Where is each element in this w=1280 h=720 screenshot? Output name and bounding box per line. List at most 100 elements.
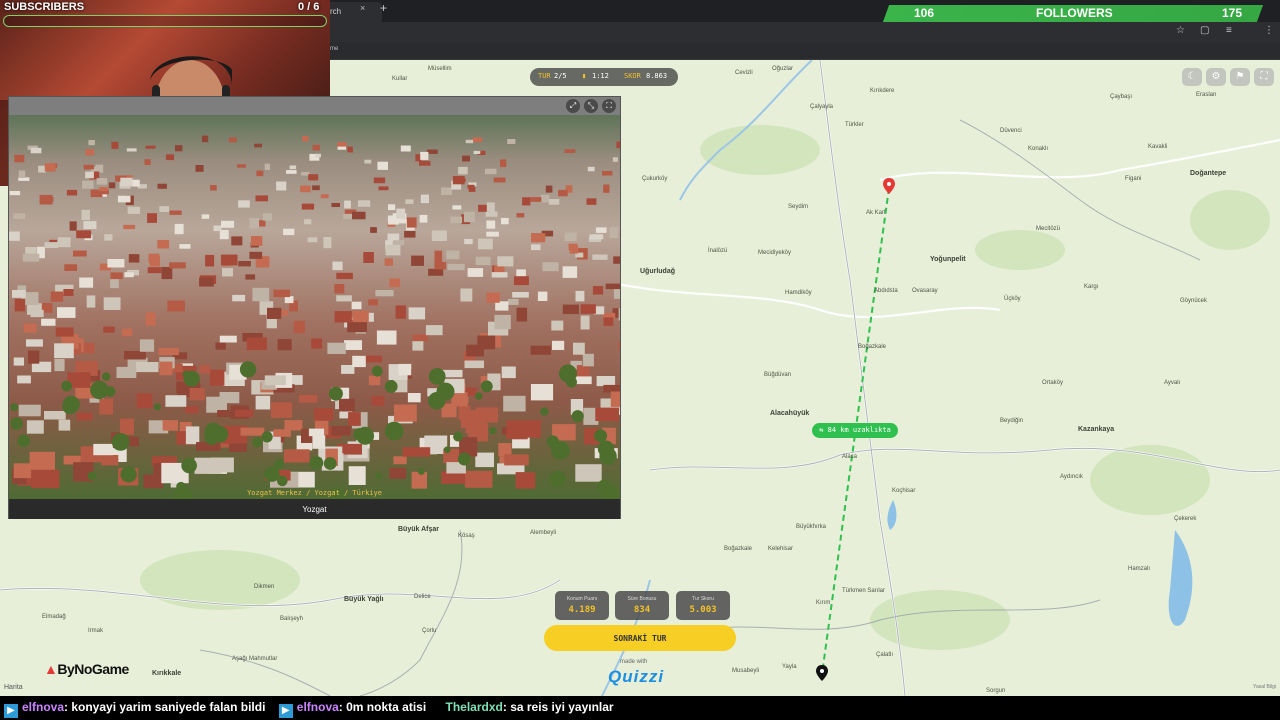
map-place-label: Alembeyli	[530, 530, 557, 536]
photo-caption: Yozgat	[9, 503, 620, 519]
map-place-label: Eraslan	[1196, 92, 1217, 98]
stream-frame: rch × + ☆ ▢ ≡ ⋮ me Kullar Müsellim Oğuzl…	[0, 0, 1280, 720]
map-place-label: Büğdüvan	[764, 372, 792, 378]
map-place-label: Koçhisar	[892, 488, 916, 494]
made-with-label: made with	[620, 659, 648, 665]
extensions-icon[interactable]: ≡	[1226, 25, 1232, 36]
time-bonus-card: Süre Bonusu 834	[615, 591, 669, 620]
map-place-label: Yoğunpelit	[930, 256, 966, 263]
map-place-label: Mecidiyeköy	[758, 250, 792, 256]
map-legal[interactable]: Yasal Bilgi	[1253, 684, 1276, 690]
chat-user: Thelardxd	[445, 700, 503, 714]
ruler-icon: ⇆	[819, 426, 828, 434]
fullscreen-icon[interactable]: ⛶	[602, 99, 616, 113]
map-place-label: Çaybaşı	[1110, 94, 1133, 100]
map-place-label: Kullar	[392, 76, 408, 82]
map-place-label: Alaca	[842, 454, 858, 460]
map-place-label: Balışeyh	[280, 616, 304, 622]
map-place-label: Beydiğin	[1000, 418, 1024, 424]
map-place-label: Konaklı	[1028, 146, 1049, 152]
map-place-label: Kazankaya	[1078, 426, 1115, 433]
distance-label: 84 km uzaklıkta	[827, 426, 891, 434]
map-place-label: İnalözü	[708, 248, 728, 254]
location-score-card: Konum Puanı 4.189	[555, 591, 609, 620]
photo-toolbar	[9, 97, 620, 115]
subscribers-label: SUBSCRIBERS	[4, 1, 85, 13]
pin-icon[interactable]	[816, 665, 828, 681]
map-place-label: Dikmen	[254, 584, 275, 590]
moon-icon[interactable]: ☾	[1182, 68, 1202, 86]
map-place-label: Büyük Afşar	[398, 526, 439, 533]
map-place-label: Cevizli	[735, 70, 753, 76]
map-place-label: Aydıncık	[1060, 474, 1083, 480]
map-place-label: Hamdiköy	[785, 290, 812, 296]
fullscreen-icon[interactable]: ⛶	[1254, 68, 1274, 86]
map-place-label: Musabeyli	[732, 668, 760, 674]
card-value: 4.189	[568, 605, 596, 615]
map-place-label: Türkmen Sarılar	[842, 588, 886, 594]
flame-icon: ▲	[44, 661, 58, 677]
card-label: Süre Bonusu	[627, 596, 657, 602]
twitch-icon: ▶	[4, 704, 18, 718]
map-place-label: Mecitözü	[1036, 226, 1061, 232]
score-value: 8.863	[646, 72, 668, 80]
bookmark-item[interactable]: me	[330, 46, 338, 52]
chat-message: : 0m nokta atisi	[338, 700, 427, 714]
map-place-label: Kavakli	[1148, 144, 1168, 150]
card-label: Tur Skoru	[692, 596, 714, 602]
map-place-label: Müsellim	[428, 66, 452, 72]
map-place-label: Kırıkdere	[870, 88, 895, 94]
followers-current: 106	[914, 6, 935, 20]
map-place-label: Çukurköy	[642, 176, 668, 182]
map-place-label: Hamzalı	[1128, 566, 1151, 572]
flag-icon[interactable]: ⚑	[1230, 68, 1250, 86]
round-value: 2/5	[554, 72, 567, 80]
map-place-label: Kargı	[1084, 284, 1099, 290]
map-place-label: Ovasaray	[912, 288, 938, 294]
map-place-label: Delice	[414, 594, 431, 600]
score-label: SKOR	[624, 72, 641, 80]
menu-icon[interactable]: ⋮	[1264, 25, 1274, 36]
map-place-label: Ortaköy	[1042, 380, 1064, 386]
followers-target: 175	[1222, 6, 1243, 20]
round-score-card: Tur Skoru 5.003	[676, 591, 730, 620]
map-place-label: Doğantepe	[1190, 170, 1227, 177]
location-photo-panel: ⤢ ⤡ ⛶ Yozgat Merkez / Yozgat / Türkiye Y…	[8, 96, 621, 519]
close-icon[interactable]: ×	[360, 3, 365, 13]
map-place-label: Çorlu	[422, 628, 437, 634]
map-place-label: Çalatlı	[876, 652, 894, 658]
star-icon[interactable]: ☆	[1176, 25, 1185, 36]
map-place-label: Ayvalı	[1164, 380, 1181, 386]
map-place-label: Irmak	[88, 628, 103, 634]
next-round-button[interactable]: SONRAKİ TUR	[544, 625, 736, 651]
settings-icon[interactable]: ⚙	[1206, 68, 1226, 86]
map-place-label: Büyük Yağlı	[344, 596, 384, 603]
map-place-label: Aşağı Mahmutlar	[232, 656, 278, 662]
map-place-label: Uğurludağ	[640, 268, 675, 275]
map-place-label: Sorgun	[986, 688, 1006, 694]
map-place-label: Seydim	[788, 204, 809, 210]
map-place-label: Kırıkkale	[152, 670, 182, 677]
twitch-icon: ▶	[278, 704, 293, 718]
card-value: 5.003	[689, 605, 717, 615]
map-place-label: Kösaş	[458, 533, 475, 539]
extensions-icon[interactable]: ▢	[1200, 25, 1209, 36]
city-rooftops	[9, 135, 620, 499]
expand-icon[interactable]: ⤢	[566, 99, 580, 113]
map-place-label: Oğuzlar	[772, 66, 794, 72]
map-place-label: Kelehisar	[768, 546, 794, 552]
round-label: TUR	[538, 72, 551, 80]
map-place-label: Üçköy	[1004, 296, 1021, 302]
map-place-label: Çekerek	[1174, 516, 1197, 522]
map-place-label: Yayla	[782, 664, 797, 670]
chat-user: elfnova	[22, 700, 65, 714]
map-place-label: Boğazkale	[858, 344, 887, 350]
chat-ticker: ▶ elfnova: konyayi yarim saniyede falan b…	[0, 696, 1280, 720]
map-place-label: Boğazkale	[724, 546, 753, 552]
plus-icon[interactable]: +	[380, 1, 387, 15]
distance-badge: ⇆ 84 km uzaklıkta	[812, 423, 898, 438]
map-place-label: Göynücek	[1180, 298, 1208, 304]
pin-icon[interactable]	[883, 178, 895, 194]
chat-user: elfnova	[296, 700, 339, 714]
resize-icon[interactable]: ⤡	[584, 99, 598, 113]
